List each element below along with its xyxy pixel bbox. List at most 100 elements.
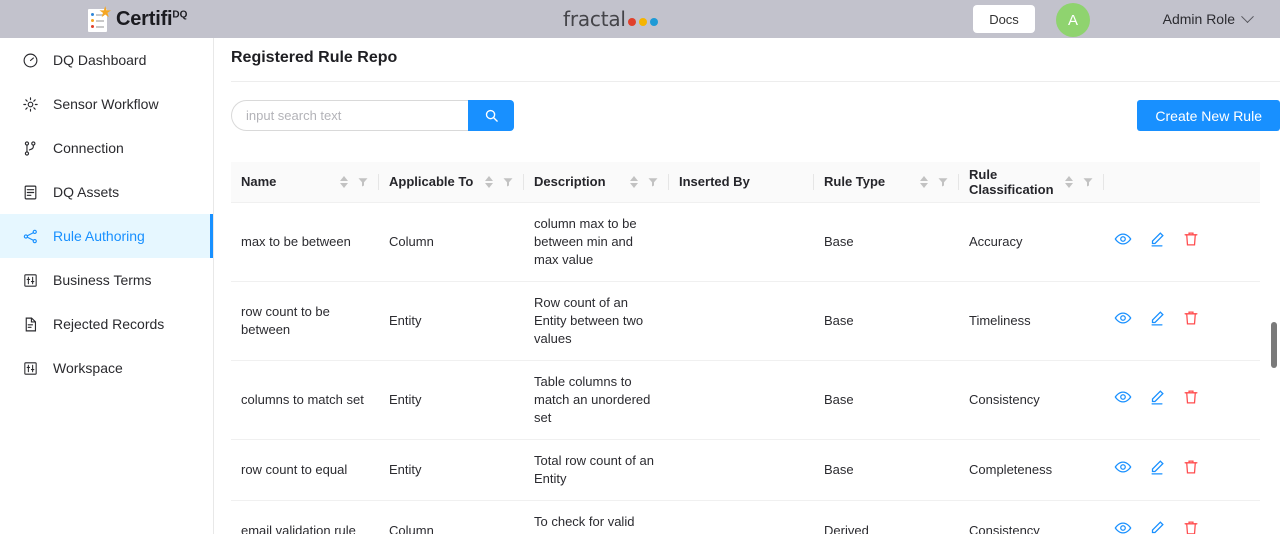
sidebar-item-workspace[interactable]: Workspace xyxy=(0,346,213,390)
cell-applicable-to: Entity xyxy=(379,439,524,501)
sidebar-item-label: DQ Assets xyxy=(53,184,120,200)
edit-rule-button[interactable] xyxy=(1148,519,1166,534)
column-label: Rule Type xyxy=(824,174,886,190)
sort-applicable-to-button[interactable] xyxy=(485,175,493,188)
eye-icon xyxy=(1114,461,1132,473)
filter-icon[interactable] xyxy=(1082,176,1094,188)
sidebar-item-rejected-records[interactable]: Rejected Records xyxy=(0,302,213,346)
view-rule-button[interactable] xyxy=(1114,309,1132,332)
file-icon xyxy=(25,317,37,331)
cell-rule-classification: Timeliness xyxy=(959,281,1104,361)
main-content: Registered Rule Repo Create New Rule xyxy=(214,38,1280,534)
create-new-rule-button[interactable]: Create New Rule xyxy=(1137,100,1280,131)
column-header-rule-classification[interactable]: Rule Classification xyxy=(959,162,1104,203)
delete-rule-button[interactable] xyxy=(1182,519,1200,534)
trash-icon xyxy=(1184,311,1198,325)
cell-inserted-by xyxy=(669,500,814,534)
delete-rule-button[interactable] xyxy=(1182,309,1200,332)
edit-rule-button[interactable] xyxy=(1148,230,1166,253)
trash-icon xyxy=(1184,232,1198,246)
rules-table-container: Name Applicable To Description Inserted … xyxy=(231,162,1280,534)
table-scrollbar-thumb[interactable] xyxy=(1271,322,1277,368)
trash-icon xyxy=(1184,460,1198,474)
avatar[interactable]: A xyxy=(1056,3,1090,37)
sidebar-item-sensor-workflow[interactable]: Sensor Workflow xyxy=(0,82,213,126)
delete-rule-button[interactable] xyxy=(1182,458,1200,481)
sort-description-button[interactable] xyxy=(630,175,638,188)
table-row[interactable]: max to be between Column column max to be … xyxy=(231,202,1260,282)
column-header-actions xyxy=(1104,162,1260,203)
cell-inserted-by xyxy=(669,281,814,361)
brand-text: CertifiDQ xyxy=(116,8,187,31)
filter-icon[interactable] xyxy=(937,176,949,188)
sliders-icon xyxy=(24,361,37,375)
top-bar: ★ CertifiDQ fractal Docs A Admin Role xyxy=(0,0,1280,38)
edit-rule-button[interactable] xyxy=(1148,458,1166,481)
table-header-row: Name Applicable To Description Inserted … xyxy=(231,162,1260,203)
gear-icon xyxy=(23,96,38,112)
sort-rule-classification-button[interactable] xyxy=(1065,175,1073,188)
cell-inserted-by xyxy=(669,360,814,440)
edit-rule-button[interactable] xyxy=(1148,388,1166,411)
cell-rule-classification: Consistency xyxy=(959,360,1104,440)
view-rule-button[interactable] xyxy=(1114,458,1132,481)
sidebar-item-rule-authoring[interactable]: Rule Authoring xyxy=(0,214,213,258)
column-header-rule-type[interactable]: Rule Type xyxy=(814,162,959,203)
table-row[interactable]: row count to equal Entity Total row count … xyxy=(231,439,1260,501)
column-label: Description xyxy=(534,174,606,190)
search-input[interactable] xyxy=(231,100,468,131)
filter-icon[interactable] xyxy=(357,176,369,188)
fractal-dots-icon xyxy=(627,18,658,29)
column-header-inserted-by[interactable]: Inserted By xyxy=(669,162,814,203)
search-button[interactable] xyxy=(468,100,514,131)
admin-role-menu[interactable]: Admin Role xyxy=(1163,0,1254,38)
table-row[interactable]: row count to be between Entity Row count o… xyxy=(231,281,1260,361)
sort-rule-type-button[interactable] xyxy=(920,175,928,188)
toolbar: Create New Rule xyxy=(231,100,1280,146)
column-header-name[interactable]: Name xyxy=(231,162,379,203)
docs-button[interactable]: Docs xyxy=(973,5,1035,33)
cell-rule-type: Base xyxy=(814,281,959,361)
eye-icon xyxy=(1114,522,1132,534)
sort-name-button[interactable] xyxy=(340,175,348,188)
sidebar-item-connection[interactable]: Connection xyxy=(0,126,213,170)
title-divider xyxy=(231,81,1280,82)
sidebar-item-label: Workspace xyxy=(53,360,123,376)
view-rule-button[interactable] xyxy=(1114,388,1132,411)
column-label: Rule Classification xyxy=(969,166,1054,197)
filter-icon[interactable] xyxy=(647,176,659,188)
sidebar-item-business-terms[interactable]: Business Terms xyxy=(0,258,213,302)
cell-applicable-to: Entity xyxy=(379,360,524,440)
certifi-checklist-star-icon: ★ xyxy=(88,5,112,32)
sidebar-item-dq-dashboard[interactable]: DQ Dashboard xyxy=(0,38,213,82)
cell-description: Total row count of an Entity xyxy=(524,439,669,501)
delete-rule-button[interactable] xyxy=(1182,388,1200,411)
app-brand: ★ CertifiDQ xyxy=(88,0,187,38)
fractal-wordmark: fractal xyxy=(563,7,626,31)
sidebar-item-label: Rejected Records xyxy=(53,316,165,332)
delete-rule-button[interactable] xyxy=(1182,230,1200,253)
filter-icon[interactable] xyxy=(502,176,514,188)
view-rule-button[interactable] xyxy=(1114,519,1132,534)
view-rule-button[interactable] xyxy=(1114,230,1132,253)
sidebar-item-label: Business Terms xyxy=(53,272,152,288)
sidebar-item-dq-assets[interactable]: DQ Assets xyxy=(0,170,213,214)
row-action-group xyxy=(1114,230,1250,253)
column-header-applicable-to[interactable]: Applicable To xyxy=(379,162,524,203)
table-row[interactable]: email validation rule Column To check for … xyxy=(231,500,1260,534)
search-group xyxy=(231,100,514,131)
cell-rule-classification: Completeness xyxy=(959,439,1104,501)
cell-inserted-by xyxy=(669,439,814,501)
edit-rule-button[interactable] xyxy=(1148,309,1166,332)
cell-rule-type: Base xyxy=(814,439,959,501)
pencil-icon xyxy=(1151,232,1164,247)
cell-rule-type: Base xyxy=(814,202,959,282)
table-scrollbar[interactable] xyxy=(1270,162,1278,534)
column-header-description[interactable]: Description xyxy=(524,162,669,203)
table-row[interactable]: columns to match set Entity Table columns … xyxy=(231,360,1260,440)
brand-superscript: DQ xyxy=(172,8,188,20)
cell-actions xyxy=(1104,439,1260,501)
pencil-icon xyxy=(1151,460,1164,475)
trash-icon xyxy=(1184,390,1198,404)
cell-inserted-by xyxy=(669,202,814,282)
